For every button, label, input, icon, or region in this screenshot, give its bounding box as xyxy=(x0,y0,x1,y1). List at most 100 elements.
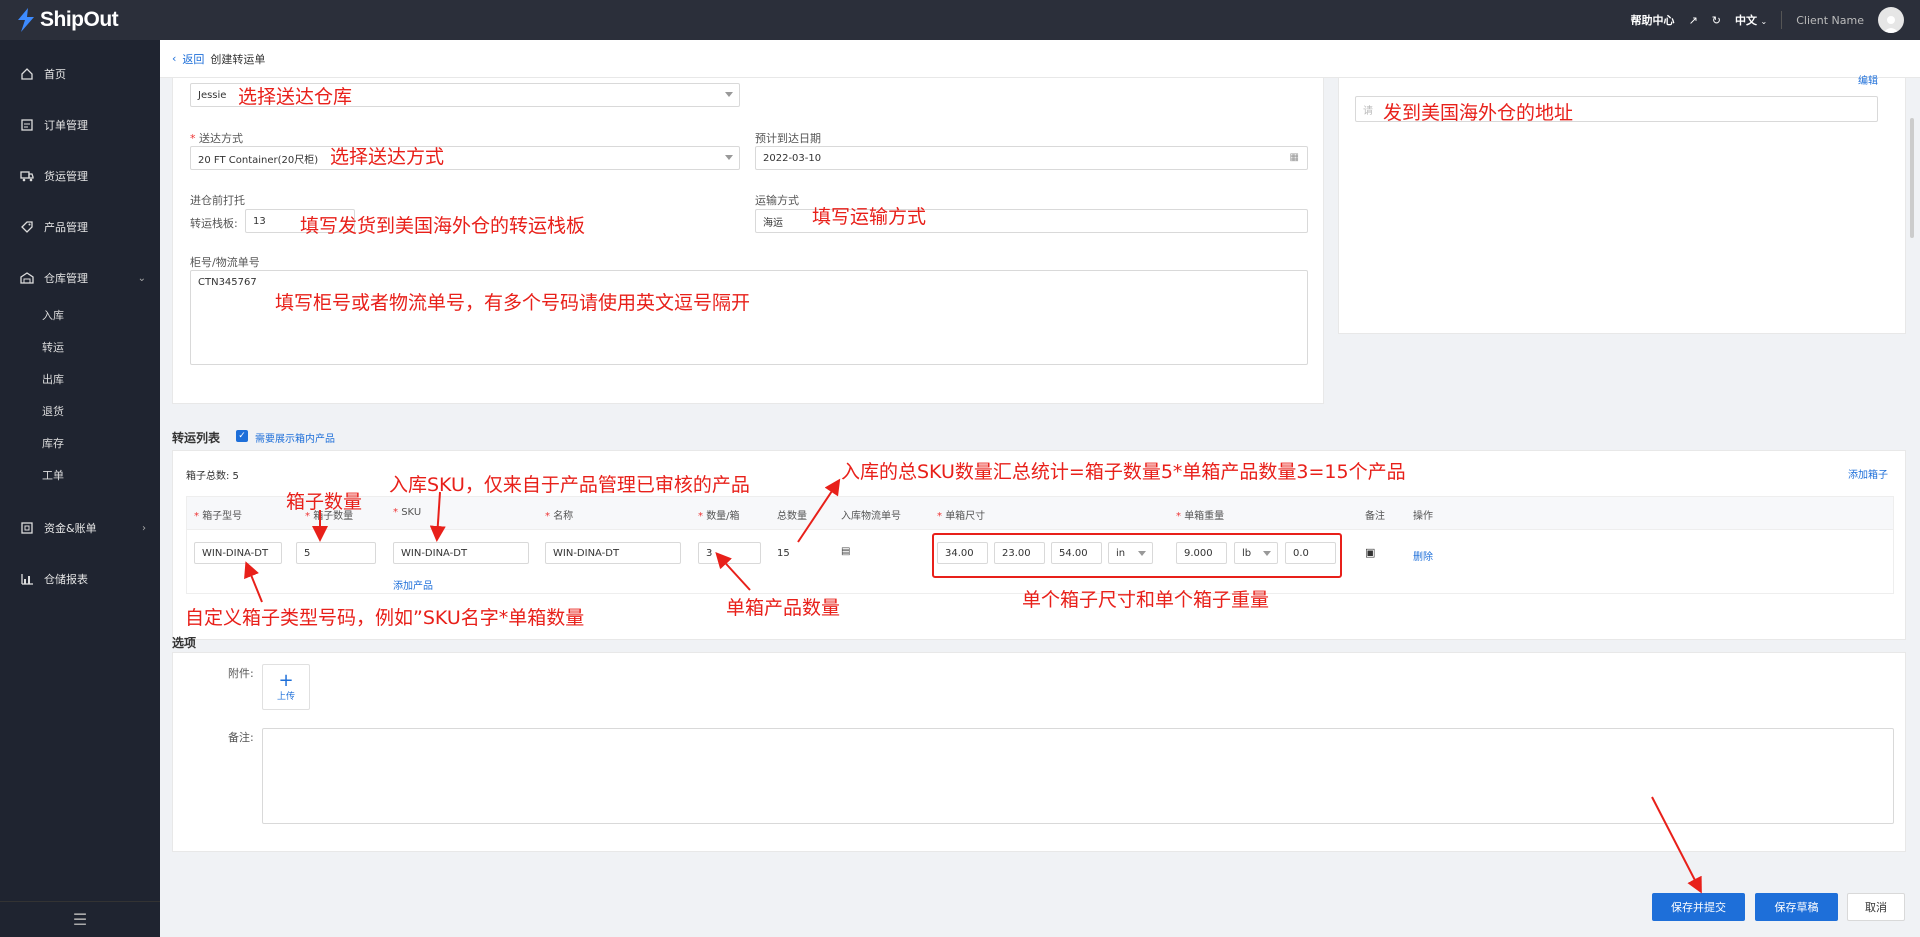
box-type-input[interactable]: WIN-DINA-DT xyxy=(194,542,282,564)
add-product-link[interactable]: 添加产品 xyxy=(393,577,433,592)
annotation-sku: 入库SKU，仅来自于产品管理已审核的产品 xyxy=(389,474,750,496)
cancel-button[interactable]: 取消 xyxy=(1847,893,1905,921)
home-icon xyxy=(21,68,33,80)
sidebar-item-orders[interactable]: 订单管理 xyxy=(0,113,160,137)
sidebar-item-shipping[interactable]: 货运管理 xyxy=(0,164,160,188)
save-submit-button[interactable]: 保存并提交 xyxy=(1652,893,1745,921)
eta-value: 2022-03-10 xyxy=(763,152,822,164)
annotation-pallet: 填写发货到美国海外仓的转运栈板 xyxy=(300,215,586,237)
transport-value: 海运 xyxy=(763,217,783,229)
sidebar-item-reports[interactable]: 仓储报表 xyxy=(0,567,160,591)
container-textarea[interactable]: CTN345767 xyxy=(190,270,1308,365)
sidebar-item-label: 订单管理 xyxy=(44,119,88,132)
sidebar-item-label: 货运管理 xyxy=(44,170,88,183)
qty-per-box-input[interactable]: 3 xyxy=(698,542,761,564)
truck-icon xyxy=(20,171,34,182)
bar-chart-icon xyxy=(21,574,33,585)
annotation-box-qty: 箱子数量 xyxy=(286,491,363,513)
collapse-menu-icon[interactable]: ☰ xyxy=(0,901,160,937)
table-header xyxy=(186,496,1894,530)
sidebar-sub-returns[interactable]: 退货 xyxy=(42,403,64,419)
dropdown-arrow-icon xyxy=(725,92,733,97)
app-name: ShipOut xyxy=(40,8,119,31)
sidebar-sub-workorder[interactable]: 工单 xyxy=(42,467,64,483)
transport-label: 运输方式 xyxy=(755,194,799,207)
language-select[interactable]: 中文 ⌄ xyxy=(1735,12,1767,28)
dropdown-arrow-icon xyxy=(725,155,733,160)
total-qty-value: 15 xyxy=(777,548,790,559)
warehouse-icon xyxy=(20,272,34,284)
ship-method-value: 20 FT Container(20尺柜) xyxy=(198,154,319,166)
annotation-ship-method: 选择送达方式 xyxy=(330,146,445,168)
sidebar-item-label: 资金&账单 xyxy=(44,522,97,535)
sku-input[interactable]: WIN-DINA-DT xyxy=(393,542,529,564)
show-products-checkbox[interactable]: ✓ xyxy=(236,430,248,442)
box-qty-input[interactable]: 5 xyxy=(296,542,376,564)
sidebar-item-finance[interactable]: 资金&账单 › xyxy=(0,516,160,540)
th-text: 单箱重量 xyxy=(1184,511,1225,522)
annotation-box-type: 自定义箱子类型号码，例如”SKU名字*单箱数量 xyxy=(185,607,585,629)
add-box-link[interactable]: 添加箱子 xyxy=(1848,466,1888,481)
th-text: 名称 xyxy=(553,511,574,522)
ship-method-select[interactable]: 20 FT Container(20尺柜) xyxy=(190,146,740,170)
external-link-icon[interactable]: ↗ xyxy=(1689,14,1698,27)
save-draft-button[interactable]: 保存草稿 xyxy=(1755,893,1838,921)
warehouse-value: Jessie xyxy=(198,89,227,101)
barcode-icon[interactable]: ▤ xyxy=(841,546,850,557)
th-remark: 备注 xyxy=(1365,511,1385,522)
box-total: 箱子总数: 5 xyxy=(186,471,239,482)
sidebar-sub-transfer[interactable]: 转运 xyxy=(42,339,64,355)
scrollbar[interactable] xyxy=(1910,118,1914,238)
box-type-value: WIN-DINA-DT xyxy=(202,547,269,559)
back-link[interactable]: 返回 xyxy=(182,51,204,67)
name-value: WIN-DINA-DT xyxy=(553,547,620,559)
annotation-container: 填写柜号或者物流单号，有多个号码请使用英文逗号隔开 xyxy=(275,292,751,314)
divider xyxy=(1781,11,1783,29)
remark-label: 备注: xyxy=(228,731,254,744)
eta-date-picker[interactable]: 2022-03-10 ▦ xyxy=(755,146,1308,170)
sidebar-item-home[interactable]: 首页 xyxy=(0,62,160,86)
remark-textarea[interactable] xyxy=(262,728,1894,824)
remark-icon[interactable]: ▣ xyxy=(1365,546,1375,559)
sidebar-item-label: 产品管理 xyxy=(44,221,88,234)
chevron-down-icon: ⌄ xyxy=(1760,17,1768,26)
annotation-dims: 单个箱子尺寸和单个箱子重量 xyxy=(1022,589,1270,611)
th-text: 数量/箱 xyxy=(706,511,740,522)
sidebar-sub-inventory[interactable]: 库存 xyxy=(42,435,64,451)
sidebar-item-label: 首页 xyxy=(44,68,66,81)
sidebar-sub-inbound[interactable]: 入库 xyxy=(42,307,64,323)
client-name[interactable]: Client Name xyxy=(1796,14,1864,27)
name-input[interactable]: WIN-DINA-DT xyxy=(545,542,681,564)
annotation-per-box: 单箱产品数量 xyxy=(726,597,841,619)
address-placeholder: 请 xyxy=(1363,105,1373,117)
shipout-logo-icon xyxy=(18,8,34,32)
avatar[interactable] xyxy=(1878,7,1904,33)
breadcrumb: ‹ 返回 创建转运单 xyxy=(160,40,1920,78)
sidebar-item-warehouse[interactable]: 仓库管理 ⌄ xyxy=(0,266,160,290)
th-sku: * SKU xyxy=(393,507,422,518)
help-center-link[interactable]: 帮助中心 xyxy=(1631,12,1675,28)
user-icon xyxy=(1883,16,1899,33)
sidebar-sub-outbound[interactable]: 出库 xyxy=(42,371,64,387)
delete-link[interactable]: 删除 xyxy=(1413,548,1433,563)
refresh-icon[interactable]: ↻ xyxy=(1712,14,1721,27)
container-value: CTN345767 xyxy=(198,277,257,288)
breadcrumb-current: 创建转运单 xyxy=(210,52,266,66)
sidebar-item-products[interactable]: 产品管理 xyxy=(0,215,160,239)
annotation-total: 入库的总SKU数量汇总统计=箱子数量5*单箱产品数量3=15个产品 xyxy=(841,461,1406,483)
pallet-section-label: 进仓前打托 xyxy=(190,194,245,207)
language-label: 中文 xyxy=(1735,14,1757,27)
chevron-left-icon[interactable]: ‹ xyxy=(172,52,176,65)
tag-icon xyxy=(21,221,33,233)
chevron-right-icon: › xyxy=(142,522,146,534)
logo[interactable]: ShipOut xyxy=(16,8,119,32)
upload-button[interactable]: + 上传 xyxy=(262,664,310,710)
upload-label: 上传 xyxy=(276,691,295,702)
top-right-tools: 帮助中心 ↗ ↻ 中文 ⌄ Client Name xyxy=(1631,0,1904,40)
annotation-warehouse: 选择送达仓库 xyxy=(238,86,353,108)
th-box-size: * 单箱尺寸 xyxy=(937,511,986,522)
annotation-transport: 填写运输方式 xyxy=(812,206,927,228)
th-box-type: * 箱子型号 xyxy=(194,511,243,522)
address-edit-link[interactable]: 编辑 xyxy=(1858,72,1878,87)
th-box-weight: * 单箱重量 xyxy=(1176,511,1225,522)
